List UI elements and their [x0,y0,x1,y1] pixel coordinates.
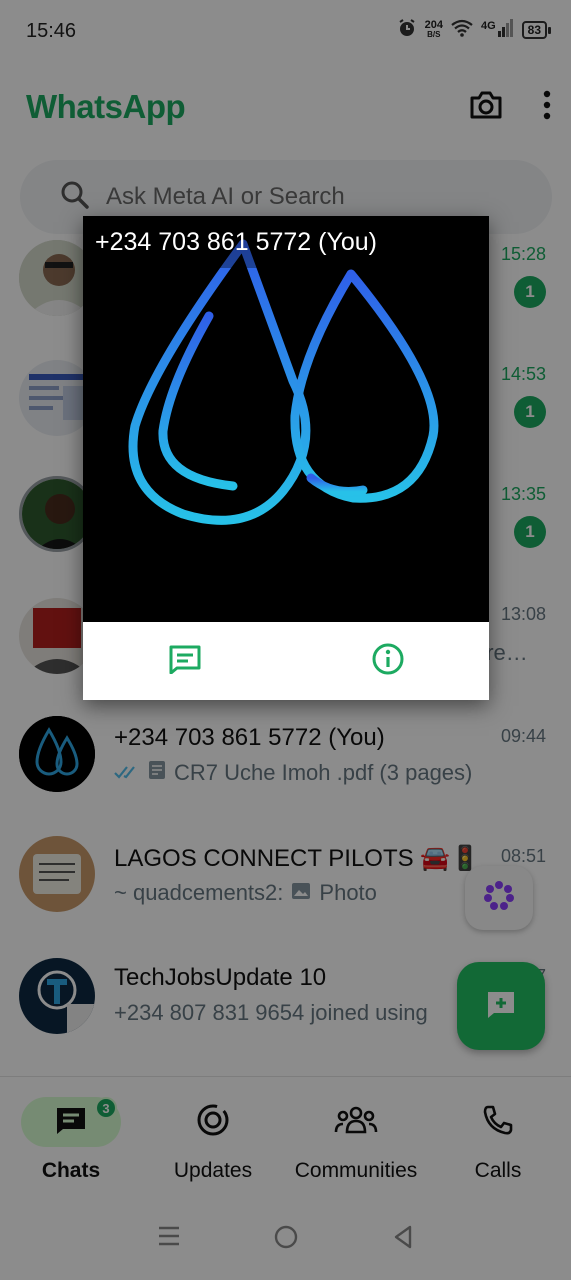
info-icon [372,643,404,680]
profile-photo[interactable]: +234 703 861 5772 (You) [83,216,489,622]
message-button[interactable] [83,622,286,700]
profile-photo-popup: +234 703 861 5772 (You) [83,216,489,700]
info-button[interactable] [286,622,489,700]
popup-actions [83,622,489,700]
message-icon [168,644,202,679]
popup-title: +234 703 861 5772 (You) [83,216,489,268]
